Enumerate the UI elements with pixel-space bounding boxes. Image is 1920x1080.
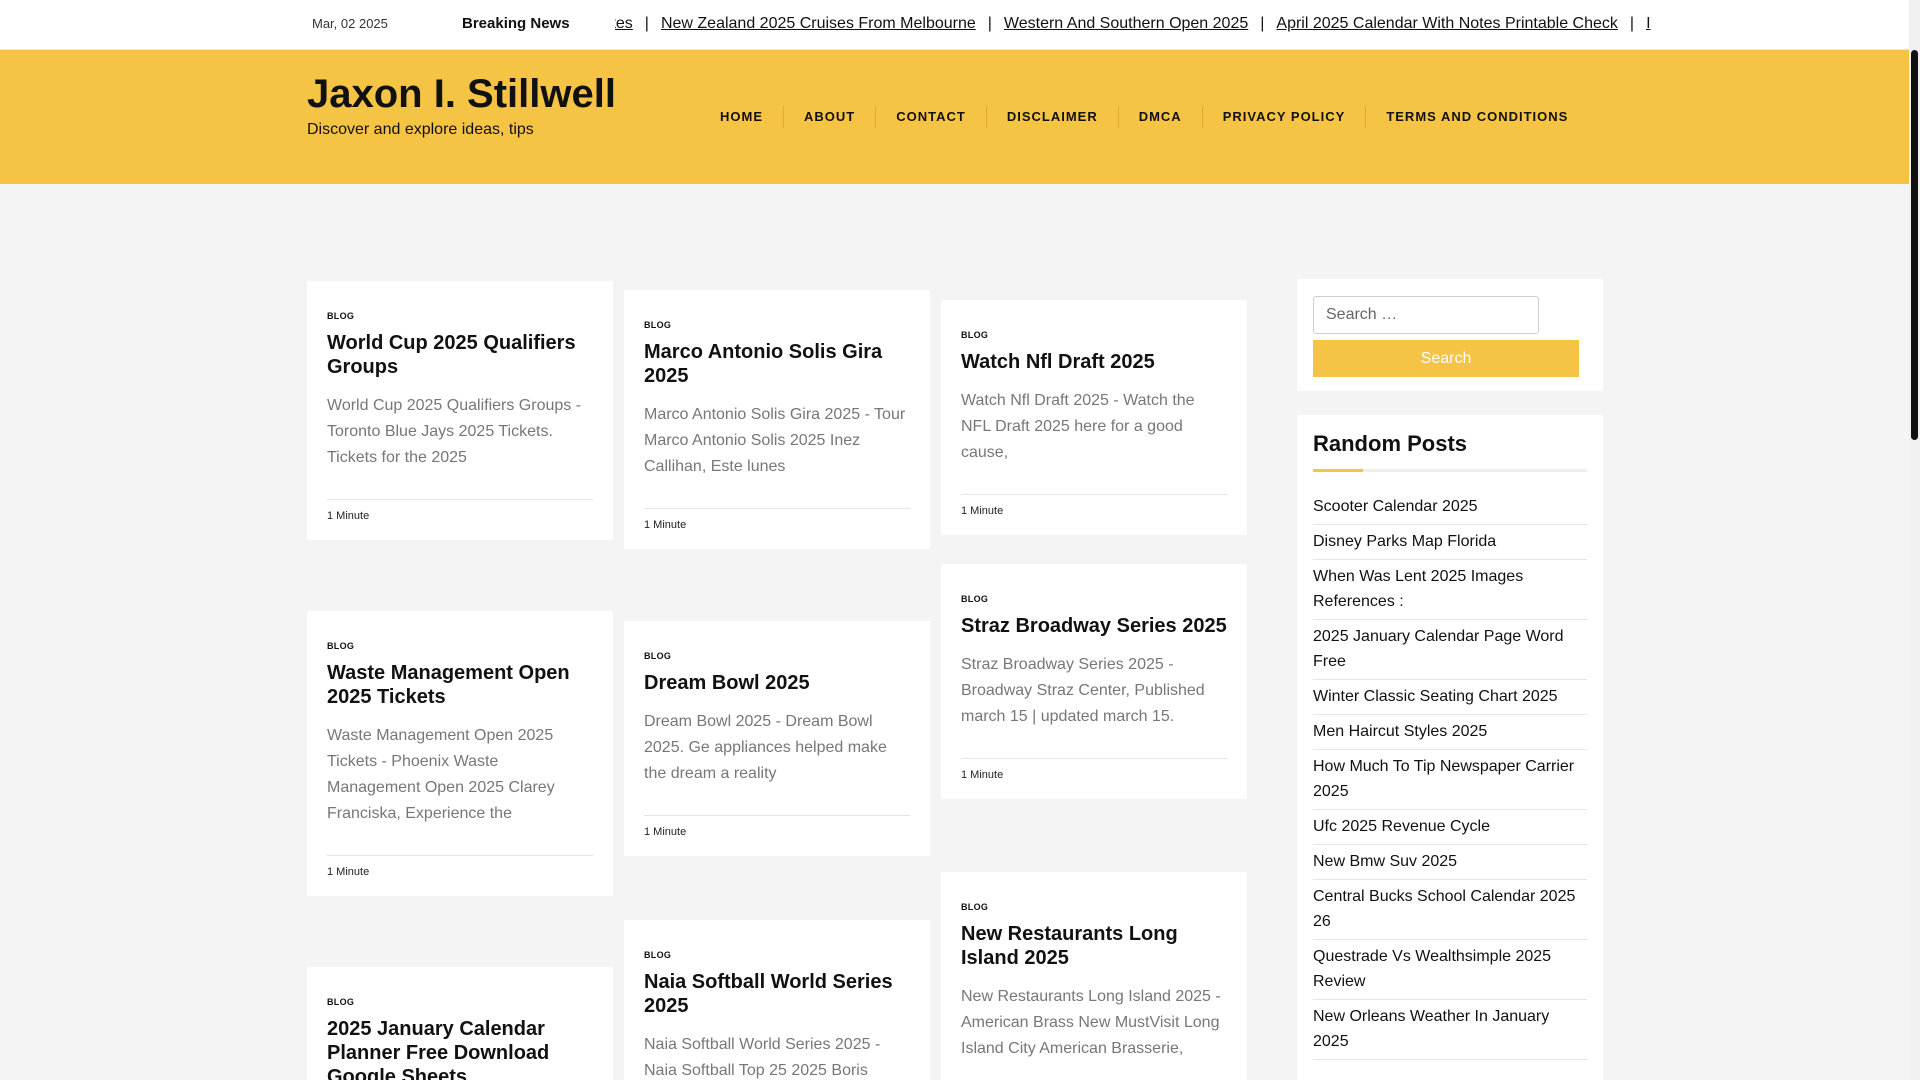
- site-header: Jaxon I. Stillwell Discover and explore …: [0, 50, 1909, 184]
- post-title[interactable]: Marco Antonio Solis Gira 2025: [644, 340, 910, 388]
- post-card: BLOG Watch Nfl Draft 2025 Watch Nfl Draf…: [941, 300, 1247, 535]
- search-input[interactable]: [1313, 296, 1539, 334]
- random-post-link[interactable]: Central Bucks School Calendar 2025 26: [1313, 880, 1587, 940]
- post-category[interactable]: BLOG: [327, 997, 593, 1007]
- site-tagline: Discover and explore ideas, tips: [307, 121, 534, 138]
- nav-about[interactable]: ABOUT: [783, 106, 875, 128]
- post-card: BLOG Straz Broadway Series 2025 Straz Br…: [941, 564, 1247, 799]
- widget-title-underline: [1313, 469, 1587, 472]
- post-category[interactable]: BLOG: [961, 594, 1227, 604]
- ticker-separator: |: [644, 15, 649, 32]
- top-bar: Mar, 02 2025 Breaking News Dates | New Zea…: [0, 0, 1909, 50]
- post-excerpt: Dream Bowl 2025 - Dream Bowl 2025. Ge ap…: [644, 713, 887, 782]
- scrollbar-thumb[interactable]: [1911, 50, 1918, 440]
- nav-disclaimer[interactable]: DISCLAIMER: [985, 106, 1118, 128]
- post-category[interactable]: BLOG: [327, 641, 593, 651]
- post-category[interactable]: BLOG: [961, 330, 1227, 340]
- post-excerpt: Waste Management Open 2025 Tickets - Pho…: [327, 727, 555, 822]
- post-category[interactable]: BLOG: [961, 902, 1227, 912]
- post-excerpt: Watch Nfl Draft 2025 - Watch the NFL Dra…: [961, 392, 1195, 461]
- read-time: 1 Minute: [644, 826, 687, 838]
- post-category[interactable]: BLOG: [644, 320, 910, 330]
- ticker-item[interactable]: Western And Southern Open 2025: [1004, 15, 1248, 32]
- post-excerpt: World Cup 2025 Qualifiers Groups - Toron…: [327, 397, 582, 466]
- ticker-item[interactable]: Dates: [615, 15, 633, 32]
- card-divider: [644, 508, 910, 509]
- post-title[interactable]: World Cup 2025 Qualifiers Groups: [327, 331, 593, 379]
- read-time: 1 Minute: [327, 510, 370, 522]
- ticker-separator: |: [987, 15, 992, 32]
- post-title[interactable]: New Restaurants Long Island 2025: [961, 922, 1227, 970]
- post-excerpt: Straz Broadway Series 2025 - Broadway St…: [961, 656, 1205, 725]
- ticker-item[interactable]: New Zealand 2025 Cruises From Melbourne: [661, 15, 976, 32]
- post-title[interactable]: 2025 January Calendar Planner Free Downl…: [327, 1017, 593, 1080]
- card-divider: [644, 815, 910, 816]
- random-post-link[interactable]: New Orleans Weather In January 2025: [1313, 1000, 1587, 1060]
- nav-terms-and-conditions[interactable]: TERMS AND CONDITIONS: [1365, 106, 1588, 128]
- random-post-link[interactable]: Disney Parks Map Florida: [1313, 525, 1587, 560]
- post-title[interactable]: Watch Nfl Draft 2025: [961, 350, 1227, 374]
- post-category[interactable]: BLOG: [327, 311, 593, 321]
- post-title[interactable]: Naia Softball World Series 2025: [644, 970, 910, 1018]
- random-posts-list: Scooter Calendar 2025 Disney Parks Map F…: [1313, 494, 1587, 1060]
- search-button[interactable]: Search: [1313, 340, 1579, 377]
- ticker-separator: |: [1260, 15, 1265, 32]
- random-post-link[interactable]: Men Haircut Styles 2025: [1313, 715, 1587, 750]
- post-card: BLOG 2025 January Calendar Planner Free …: [307, 967, 613, 1080]
- nav-dmca[interactable]: DMCA: [1117, 106, 1202, 128]
- post-card: BLOG Dream Bowl 2025 Dream Bowl 2025 - D…: [624, 621, 930, 856]
- site-title[interactable]: Jaxon I. Stillwell: [307, 72, 616, 117]
- nav-home[interactable]: HOME: [700, 106, 783, 128]
- random-post-link[interactable]: 2025 January Calendar Page Word Free: [1313, 620, 1587, 680]
- nav-contact[interactable]: CONTACT: [875, 106, 986, 128]
- random-post-link[interactable]: Ufc 2025 Revenue Cycle: [1313, 810, 1587, 845]
- post-title[interactable]: Straz Broadway Series 2025: [961, 614, 1227, 638]
- post-card: BLOG Marco Antonio Solis Gira 2025 Marco…: [624, 290, 930, 549]
- card-divider: [961, 494, 1227, 495]
- nav-privacy-policy[interactable]: PRIVACY POLICY: [1201, 106, 1366, 128]
- random-post-link[interactable]: How Much To Tip Newspaper Carrier 2025: [1313, 750, 1587, 810]
- read-time: 1 Minute: [961, 505, 1004, 517]
- read-time: 1 Minute: [644, 519, 687, 531]
- breaking-news-label: Breaking News: [462, 15, 570, 32]
- post-title[interactable]: Waste Management Open 2025 Tickets: [327, 661, 593, 709]
- ticker-track: Dates | New Zealand 2025 Cruises From Melb…: [615, 15, 1651, 33]
- page-scrollbar[interactable]: [1909, 0, 1920, 1080]
- widget-title: Random Posts: [1313, 431, 1468, 456]
- random-post-link[interactable]: New Bmw Suv 2025: [1313, 845, 1587, 880]
- post-category[interactable]: BLOG: [644, 651, 910, 661]
- random-post-link[interactable]: Scooter Calendar 2025: [1313, 494, 1587, 525]
- card-divider: [327, 855, 593, 856]
- read-time: 1 Minute: [961, 769, 1004, 781]
- random-post-link[interactable]: Winter Classic Seating Chart 2025: [1313, 680, 1587, 715]
- post-card: BLOG Naia Softball World Series 2025 Nai…: [624, 920, 930, 1080]
- random-post-link[interactable]: Questrade Vs Wealthsimple 2025 Review: [1313, 940, 1587, 1000]
- random-posts-widget: Random Posts Scooter Calendar 2025 Disne…: [1297, 415, 1603, 1080]
- post-title[interactable]: Dream Bowl 2025: [644, 671, 910, 695]
- post-card: BLOG Waste Management Open 2025 Tickets …: [307, 611, 613, 896]
- post-card: BLOG New Restaurants Long Island 2025 Ne…: [941, 872, 1247, 1080]
- ticker-item[interactable]: I: [1646, 15, 1650, 32]
- main-nav: HOME ABOUT CONTACT DISCLAIMER DMCA PRIVA…: [700, 106, 1588, 128]
- post-category[interactable]: BLOG: [644, 950, 910, 960]
- ticker-separator: |: [1629, 15, 1635, 32]
- read-time: 1 Minute: [327, 866, 370, 878]
- news-ticker: Dates | New Zealand 2025 Cruises From Melb…: [615, 0, 1675, 50]
- post-excerpt: Naia Softball World Series 2025 - Naia S…: [644, 1036, 881, 1079]
- post-excerpt: Marco Antonio Solis Gira 2025 - Tour Mar…: [644, 406, 906, 475]
- card-divider: [961, 758, 1227, 759]
- search-widget: Search: [1297, 279, 1603, 391]
- random-post-link[interactable]: When Was Lent 2025 Images References :: [1313, 560, 1587, 620]
- ticker-item[interactable]: April 2025 Calendar With Notes Printable…: [1276, 15, 1618, 32]
- current-date: Mar, 02 2025: [312, 16, 388, 31]
- post-card: BLOG World Cup 2025 Qualifiers Groups Wo…: [307, 281, 613, 540]
- post-excerpt: New Restaurants Long Island 2025 - Ameri…: [961, 988, 1221, 1057]
- card-divider: [327, 499, 593, 500]
